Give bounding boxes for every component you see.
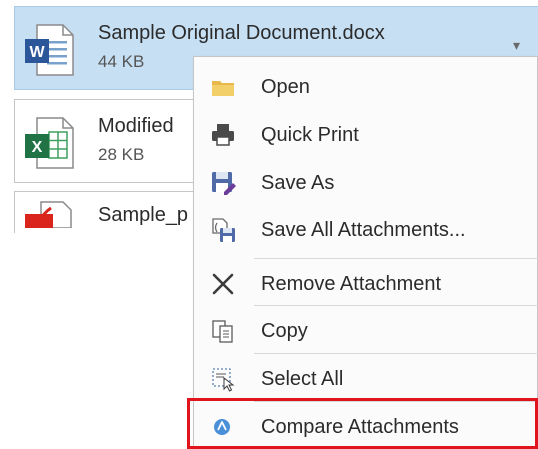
- compare-attachments-highlight: [187, 398, 538, 449]
- close-x-icon: [212, 273, 234, 295]
- menu-separator: [254, 353, 538, 354]
- attachment-name: Sample_p: [98, 204, 189, 226]
- menu-item-label: Open: [261, 76, 310, 98]
- pdf-file-icon: [25, 201, 72, 228]
- context-menu: Open Quick Print Save As Save All Attach…: [193, 56, 538, 449]
- menu-item-select-all[interactable]: Select All: [194, 357, 538, 401]
- menu-item-label: Copy: [261, 320, 308, 342]
- save-all-icon: [212, 218, 235, 242]
- menu-item-label: Quick Print: [261, 124, 359, 146]
- select-all-icon: [212, 368, 235, 392]
- attachment-size: 28 KB: [98, 145, 145, 164]
- menu-item-label: Select All: [261, 368, 344, 390]
- chevron-down-icon[interactable]: ▾: [513, 37, 520, 54]
- svg-text:W: W: [29, 44, 45, 61]
- menu-item-copy[interactable]: Copy: [194, 309, 538, 353]
- attachment-name: Modified: [98, 115, 174, 137]
- excel-file-icon: X: [25, 117, 74, 169]
- attachment-name: Sample Original Document.docx: [98, 22, 385, 44]
- word-file-icon: W: [25, 24, 74, 76]
- attachment-size: 44 KB: [98, 52, 145, 71]
- menu-item-save-as[interactable]: Save As: [194, 161, 538, 205]
- menu-separator: [254, 305, 538, 306]
- menu-item-save-all-attachments[interactable]: Save All Attachments...: [194, 208, 538, 252]
- menu-separator: [254, 258, 538, 259]
- menu-item-open[interactable]: Open: [194, 65, 538, 109]
- svg-text:X: X: [32, 139, 43, 156]
- copy-icon: [212, 320, 233, 343]
- menu-item-quick-print[interactable]: Quick Print: [194, 113, 538, 157]
- printer-icon: [212, 124, 234, 146]
- menu-item-label: Remove Attachment: [261, 273, 442, 295]
- menu-item-label: Save All Attachments...: [261, 219, 466, 241]
- menu-item-remove-attachment[interactable]: Remove Attachment: [194, 262, 538, 306]
- folder-icon: [212, 81, 234, 96]
- save-as-icon: [212, 172, 236, 195]
- menu-item-label: Save As: [261, 172, 335, 194]
